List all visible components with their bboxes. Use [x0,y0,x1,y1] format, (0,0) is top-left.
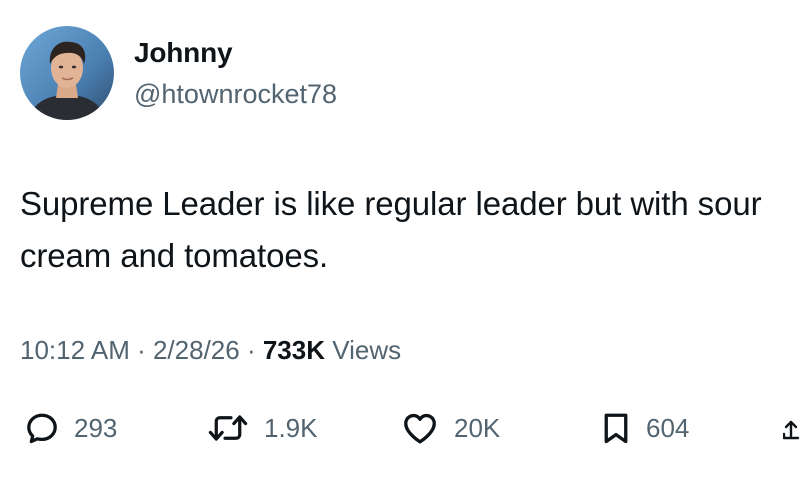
meta-separator: · [239,335,263,365]
display-name[interactable]: Johnny [134,36,337,70]
views-count: 733K [262,335,325,365]
like-count: 20K [454,412,501,443]
reply-count: 293 [74,412,118,443]
reply-button[interactable]: 293 [24,400,117,456]
share-button[interactable] [783,400,800,456]
meta-separator: · [129,335,153,365]
reply-icon [24,410,60,446]
author-info: Johnny @htownrocket78 [134,36,337,110]
avatar[interactable] [20,26,114,120]
tweet-date[interactable]: 2/28/26 [153,335,240,365]
tweet-meta: 10:12 AM · 2/28/26 · 733K Views [20,334,401,366]
like-button[interactable]: 20K [400,400,500,456]
repost-icon [206,410,250,446]
heart-icon [400,410,440,446]
tweet-text: Supreme Leader is like regular leader bu… [20,185,762,274]
share-icon [783,410,800,446]
repost-button[interactable]: 1.9K [206,400,318,456]
tweet-card: Johnny @htownrocket78 Supreme Leader is … [0,0,800,477]
tweet-time[interactable]: 10:12 AM [20,335,130,365]
bookmark-icon [600,410,632,446]
action-bar: 293 1.9K 20K 604 [0,400,800,456]
bookmark-count: 604 [646,412,690,443]
bookmark-button[interactable]: 604 [600,400,689,456]
repost-count: 1.9K [264,412,318,443]
user-handle[interactable]: @htownrocket78 [134,78,337,110]
avatar-image [20,26,114,120]
views-label: Views [324,335,402,365]
